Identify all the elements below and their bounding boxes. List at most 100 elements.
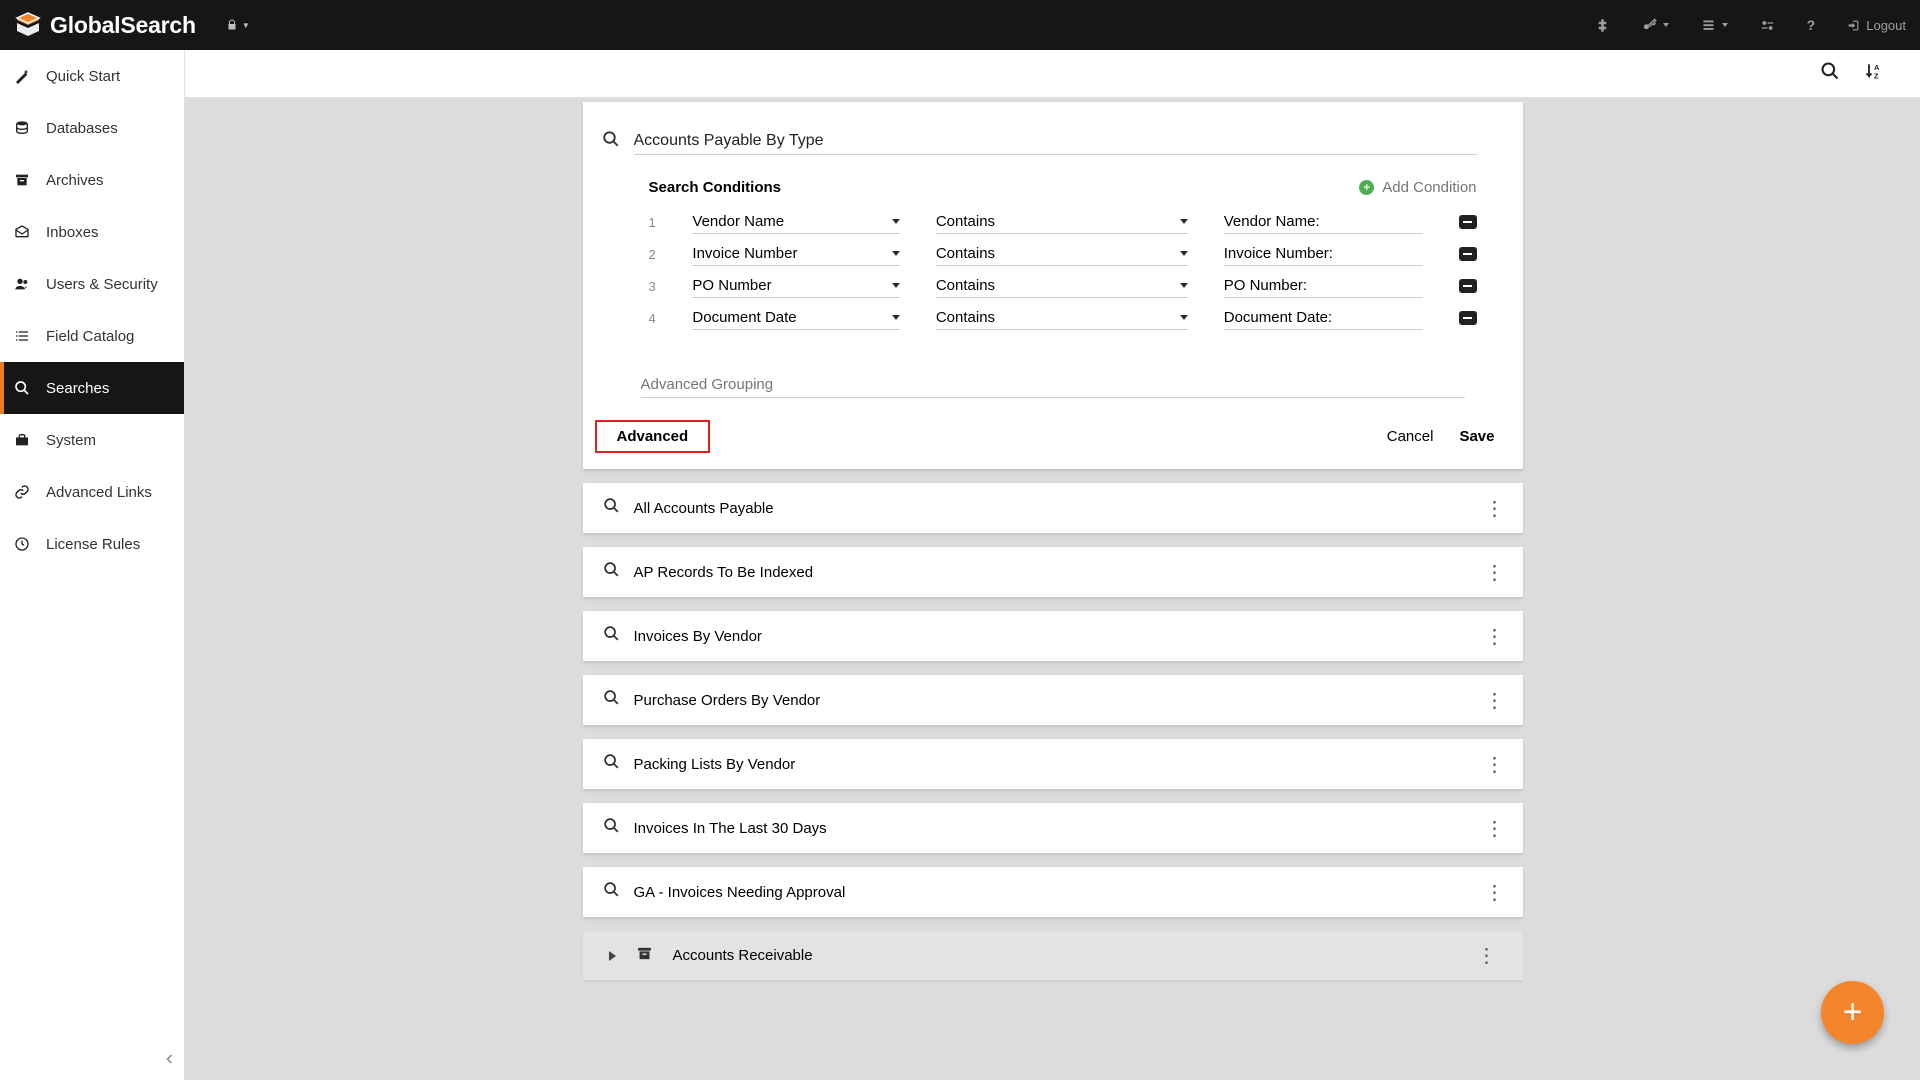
condition-row: 3 PO Number Contains [649,274,1477,298]
chevron-down-icon [892,251,900,256]
remove-condition-button[interactable] [1459,215,1477,229]
svg-text:Z: Z [1874,72,1879,81]
card-menu-icon[interactable]: ⋮ [1485,688,1503,713]
search-group-row[interactable]: Accounts Receivable ⋮ [583,931,1523,981]
plus-icon: + [1843,993,1863,1032]
chevron-down-icon [1180,315,1188,320]
save-button[interactable]: Save [1459,428,1494,445]
chevron-down-icon [892,315,900,320]
chevron-down-icon [892,283,900,288]
cancel-button[interactable]: Cancel [1387,428,1434,445]
card-menu-icon[interactable]: ⋮ [1485,624,1503,649]
search-edit-panel: Search Conditions + Add Condition 1 Vend… [583,102,1523,469]
card-menu-icon[interactable]: ⋮ [1485,752,1503,777]
value-input[interactable] [1224,306,1423,330]
sidebar-item-users-security[interactable]: Users & Security [0,258,184,310]
settings-icon[interactable] [1760,18,1775,33]
search-card[interactable]: GA - Invoices Needing Approval⋮ [583,867,1523,917]
sidebar-item-inboxes[interactable]: Inboxes [0,206,184,258]
topbar-actions: ? Logout [1595,17,1906,33]
app-logo[interactable]: GlobalSearch [14,11,196,39]
remove-condition-button[interactable] [1459,311,1477,325]
card-menu-icon[interactable]: ⋮ [1485,880,1503,905]
chevron-down-icon [1180,219,1188,224]
archive-icon [636,945,653,967]
app-name: GlobalSearch [50,12,196,39]
users-icon [12,276,32,292]
logout-button[interactable]: Logout [1847,18,1906,33]
conditions-header: Search Conditions [649,179,782,196]
sidebar: Quick Start Databases Archives Inboxes U… [0,50,185,1080]
toolbar-search-icon[interactable] [1820,61,1840,86]
search-icon [603,561,620,583]
advanced-button[interactable]: Advanced [595,420,711,453]
add-fab[interactable]: + [1821,981,1884,1044]
operator-select[interactable]: Contains [936,210,1188,234]
card-menu-icon[interactable]: ⋮ [1485,496,1503,521]
field-select[interactable]: Document Date [692,306,899,330]
field-select[interactable]: PO Number [692,274,899,298]
operator-select[interactable]: Contains [936,242,1188,266]
topbar: GlobalSearch ▼ ? Logout [0,0,1920,50]
operator-select[interactable]: Contains [936,306,1188,330]
search-card[interactable]: Invoices By Vendor⋮ [583,611,1523,661]
sidebar-item-system[interactable]: System [0,414,184,466]
search-card[interactable]: Purchase Orders By Vendor⋮ [583,675,1523,725]
link-icon [12,484,32,500]
card-menu-icon[interactable]: ⋮ [1485,560,1503,585]
toolbar-sort-icon[interactable]: AZ [1864,61,1884,86]
operator-select[interactable]: Contains [936,274,1188,298]
field-select[interactable]: Vendor Name [692,210,899,234]
plugin-icon[interactable] [1595,18,1610,33]
search-card[interactable]: All Accounts Payable⋮ [583,483,1523,533]
remove-condition-button[interactable] [1459,279,1477,293]
sidebar-item-archives[interactable]: Archives [0,154,184,206]
search-card[interactable]: AP Records To Be Indexed⋮ [583,547,1523,597]
search-icon [603,753,620,775]
archive-icon [12,172,32,188]
search-card[interactable]: Packing Lists By Vendor⋮ [583,739,1523,789]
clock-icon [12,536,32,552]
lock-dropdown[interactable]: ▼ [226,19,250,31]
card-menu-icon[interactable]: ⋮ [1485,816,1503,841]
sidebar-item-quickstart[interactable]: Quick Start [0,50,184,102]
value-input[interactable] [1224,274,1423,298]
search-name-input[interactable] [634,128,1477,155]
inbox-icon [12,224,32,240]
search-icon [603,881,620,903]
condition-row: 1 Vendor Name Contains [649,210,1477,234]
help-icon[interactable]: ? [1807,17,1816,33]
stack-dropdown-icon[interactable] [1701,18,1728,33]
sidebar-item-searches[interactable]: Searches [0,362,184,414]
main-toolbar: AZ [185,50,1920,98]
sidebar-item-license-rules[interactable]: License Rules [0,518,184,570]
value-input[interactable] [1224,210,1423,234]
field-select[interactable]: Invoice Number [692,242,899,266]
chevron-down-icon [1180,251,1188,256]
search-card[interactable]: Invoices In The Last 30 Days⋮ [583,803,1523,853]
sidebar-item-field-catalog[interactable]: Field Catalog [0,310,184,362]
briefcase-icon [12,432,32,448]
advanced-grouping-input[interactable] [641,376,1465,393]
group-menu-icon[interactable]: ⋮ [1477,943,1497,968]
add-condition-button[interactable]: + Add Condition [1359,179,1476,196]
database-icon [12,120,32,136]
logo-icon [14,11,42,39]
plus-circle-icon: + [1359,180,1374,195]
chevron-down-icon [1180,283,1188,288]
value-input[interactable] [1224,242,1423,266]
wand-icon [12,68,32,84]
search-icon [603,689,620,711]
search-icon [603,625,620,647]
chevron-down-icon [892,219,900,224]
remove-condition-button[interactable] [1459,247,1477,261]
triangle-right-icon [609,951,616,961]
sidebar-collapse-icon[interactable] [164,1051,176,1072]
main-area: AZ Search Conditions + Add Condition [185,50,1920,1080]
key-dropdown-icon[interactable] [1642,18,1669,33]
sidebar-item-databases[interactable]: Databases [0,102,184,154]
condition-row: 4 Document Date Contains [649,306,1477,330]
search-icon [603,817,620,839]
sidebar-item-advanced-links[interactable]: Advanced Links [0,466,184,518]
list-icon [12,328,32,344]
